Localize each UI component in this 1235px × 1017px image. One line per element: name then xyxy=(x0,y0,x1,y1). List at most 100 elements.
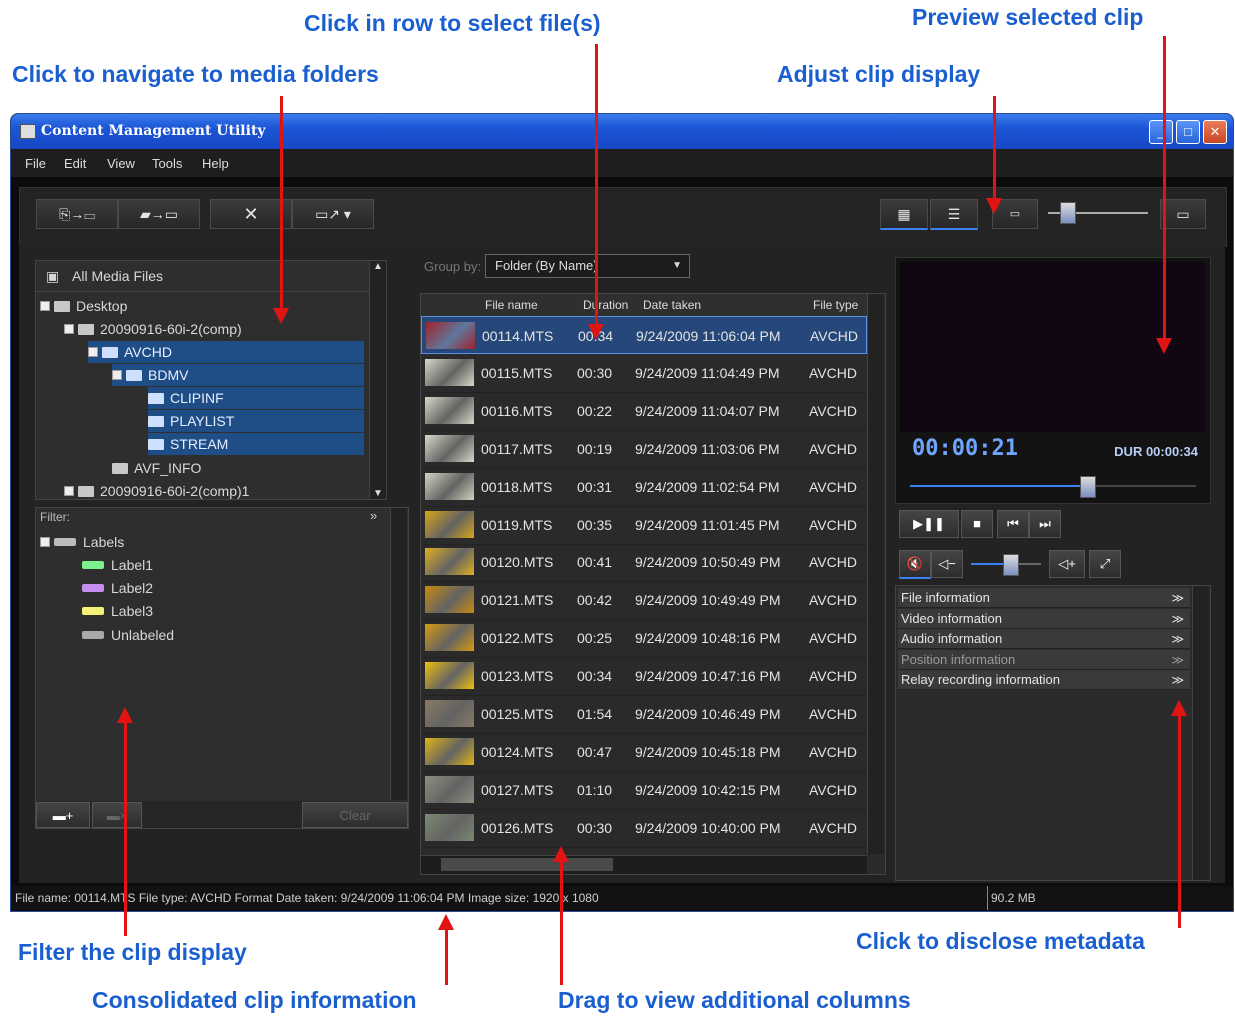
table-row[interactable]: 00119.MTS 00:35 9/24/2009 11:01:45 PM AVCHD xyxy=(421,506,867,545)
table-row[interactable]: 00125.MTS 01:54 9/24/2009 10:46:49 PM AVCHD xyxy=(421,695,867,734)
clear-button[interactable]: Clear xyxy=(302,802,408,828)
table-row[interactable]: 00118.MTS 00:31 9/24/2009 11:02:54 PM AVCHD xyxy=(421,468,867,507)
column-date-taken[interactable]: Date taken xyxy=(643,298,701,312)
tree-scrollbar[interactable]: ▲ ▼ xyxy=(369,261,386,499)
file-name: 00117.MTS xyxy=(481,440,553,457)
next-button[interactable]: ⏭ xyxy=(1029,510,1061,538)
volume-down-button[interactable]: ◁− xyxy=(931,550,963,578)
list-vertical-scrollbar[interactable] xyxy=(867,294,884,854)
table-row[interactable]: 00115.MTS 00:30 9/24/2009 11:04:49 PM AVCHD xyxy=(421,354,867,393)
filter-collapse-icon[interactable]: » xyxy=(370,508,377,523)
export-clip-button[interactable]: ▭↗ ▾ xyxy=(292,199,374,229)
scroll-down-icon[interactable]: ▼ xyxy=(370,488,386,499)
file-duration: 00:30 xyxy=(577,364,613,381)
menu-help[interactable]: Help xyxy=(202,156,229,171)
mute-button[interactable]: 🔇 xyxy=(899,550,931,579)
playback-slider-thumb[interactable] xyxy=(1080,476,1097,498)
tree-item-label: PLAYLIST xyxy=(170,413,235,429)
table-row[interactable]: 00114.MTS 00:34 9/24/2009 11:06:04 PM AVCHD xyxy=(421,316,867,354)
table-row[interactable]: 00124.MTS 00:47 9/24/2009 10:45:18 PM AVCHD xyxy=(421,733,867,772)
tree-item-clipinf[interactable]: CLIPINF xyxy=(148,387,364,409)
large-clip-button[interactable]: ▭ xyxy=(1160,199,1206,229)
close-button[interactable]: ✕ xyxy=(1203,120,1227,144)
metadata-section[interactable]: Video information ≫ xyxy=(898,608,1190,629)
tree-header[interactable]: ▣ All Media Files xyxy=(36,261,386,292)
tree-item-comp1[interactable]: 20090916-60i-2(comp)1 xyxy=(64,480,249,502)
play-pause-button[interactable]: ▶❚❚ xyxy=(899,510,959,538)
minimize-button[interactable]: _ xyxy=(1149,120,1173,144)
filter-scrollbar[interactable] xyxy=(390,508,407,800)
remove-label-button[interactable]: ▬× xyxy=(92,802,142,828)
list-horizontal-scrollbar[interactable] xyxy=(421,855,867,874)
table-row[interactable]: 00126.MTS 00:30 9/24/2009 10:40:00 PM AVCHD xyxy=(421,809,867,848)
metadata-section[interactable]: Position information ≫ xyxy=(898,649,1190,670)
scroll-up-icon[interactable]: ▲ xyxy=(370,261,386,272)
tree-item-avchd[interactable]: AVCHD xyxy=(88,341,364,363)
fullscreen-button[interactable]: ⤢ xyxy=(1089,550,1121,578)
group-by-select[interactable]: Folder (By Name) ▼ xyxy=(485,254,690,278)
list-view-button[interactable]: ☰ xyxy=(930,199,978,230)
filter-item-label2[interactable]: Label2 xyxy=(82,577,153,599)
file-date: 9/24/2009 11:01:45 PM xyxy=(635,516,780,533)
table-row[interactable]: 00117.MTS 00:19 9/24/2009 11:03:06 PM AVCHD xyxy=(421,430,867,469)
arrow-head xyxy=(588,324,604,340)
maximize-button[interactable]: □ xyxy=(1176,120,1200,144)
column-file-name[interactable]: File name xyxy=(485,298,538,312)
table-row[interactable]: 00121.MTS 00:42 9/24/2009 10:49:49 PM AVCHD xyxy=(421,581,867,621)
metadata-section[interactable]: Audio information ≫ xyxy=(898,629,1190,649)
menu-view[interactable]: View xyxy=(107,156,135,171)
tree-item-bdmv[interactable]: BDMV xyxy=(112,364,364,386)
import-folder-button[interactable]: ▰→▭ xyxy=(118,199,200,229)
volume-down-icon: ◁− xyxy=(938,556,956,571)
volume-up-icon: ◁+ xyxy=(1058,556,1076,571)
stop-button[interactable]: ■ xyxy=(961,510,993,538)
metadata-section[interactable]: File information ≫ xyxy=(898,588,1190,608)
metadata-panel: File information ≫ Video information ≫ Audio… xyxy=(895,585,1211,881)
menu-file[interactable]: File xyxy=(25,156,46,171)
file-name: 00126.MTS xyxy=(481,819,554,836)
filter-item-label3[interactable]: Label3 xyxy=(82,600,153,622)
add-label-button[interactable]: ▬+ xyxy=(36,802,90,828)
tree-item-desktop[interactable]: Desktop xyxy=(40,295,127,317)
column-file-type[interactable]: File type xyxy=(813,298,858,312)
tree-item-playlist[interactable]: PLAYLIST xyxy=(148,410,364,432)
arrow-head xyxy=(553,846,569,862)
table-row[interactable]: 00122.MTS 00:25 9/24/2009 10:48:16 PM AVCHD xyxy=(421,619,867,659)
menu-edit[interactable]: Edit xyxy=(64,156,86,171)
tree-item-label: 20090916-60i-2(comp)1 xyxy=(100,483,250,499)
mute-icon: 🔇 xyxy=(906,556,924,571)
filter-group-labels[interactable]: Labels xyxy=(40,531,124,553)
file-duration: 00:31 xyxy=(577,478,613,495)
menu-tools[interactable]: Tools xyxy=(152,156,182,171)
metadata-scrollbar[interactable] xyxy=(1192,586,1209,880)
expand-chevron-icon: ≫ xyxy=(1171,632,1184,646)
previous-button[interactable]: ⏮ xyxy=(997,510,1029,538)
volume-slider[interactable] xyxy=(971,554,1041,576)
horizontal-scroll-thumb[interactable] xyxy=(441,858,613,871)
tree-item-comp[interactable]: 20090916-60i-2(comp) xyxy=(64,318,242,340)
group-by-value: Folder (By Name) xyxy=(495,258,598,273)
table-row[interactable]: 00116.MTS 00:22 9/24/2009 11:04:07 PM AVCHD xyxy=(421,392,867,431)
title-bar[interactable]: Content Management Utility _ □ ✕ xyxy=(11,114,1233,149)
clip-size-slider-thumb[interactable] xyxy=(1060,202,1076,224)
import-button[interactable]: ⎘→▭ xyxy=(36,199,118,229)
tree-item-avf-info[interactable]: AVF_INFO xyxy=(112,457,201,479)
filter-item-unlabeled[interactable]: Unlabeled xyxy=(82,624,174,646)
arrow-head xyxy=(1171,700,1187,716)
column-duration[interactable]: Duration xyxy=(583,298,628,312)
volume-slider-thumb[interactable] xyxy=(1002,554,1019,576)
playback-slider[interactable] xyxy=(910,476,1196,498)
metadata-section[interactable]: Relay recording information ≫ xyxy=(898,670,1190,690)
file-date: 9/24/2009 10:50:49 PM xyxy=(635,554,781,571)
tree-item-stream[interactable]: STREAM xyxy=(148,433,364,455)
expand-chevron-icon: ≫ xyxy=(1171,611,1184,626)
table-row[interactable]: 00123.MTS 00:34 9/24/2009 10:47:16 PM AVCHD xyxy=(421,657,867,697)
table-row[interactable]: 00127.MTS 01:10 9/24/2009 10:42:15 PM AVCHD xyxy=(421,771,867,810)
volume-up-button[interactable]: ◁+ xyxy=(1049,550,1085,578)
table-row[interactable]: 00120.MTS 00:41 9/24/2009 10:50:49 PM AVCHD xyxy=(421,543,867,583)
filter-item-label1[interactable]: Label1 xyxy=(82,554,153,576)
annotation-consolidated: Consolidated clip information xyxy=(92,987,417,1013)
file-type: AVCHD xyxy=(809,819,857,836)
play-pause-icon: ▶❚❚ xyxy=(913,516,945,531)
grid-view-button[interactable]: ▦ xyxy=(880,199,928,230)
